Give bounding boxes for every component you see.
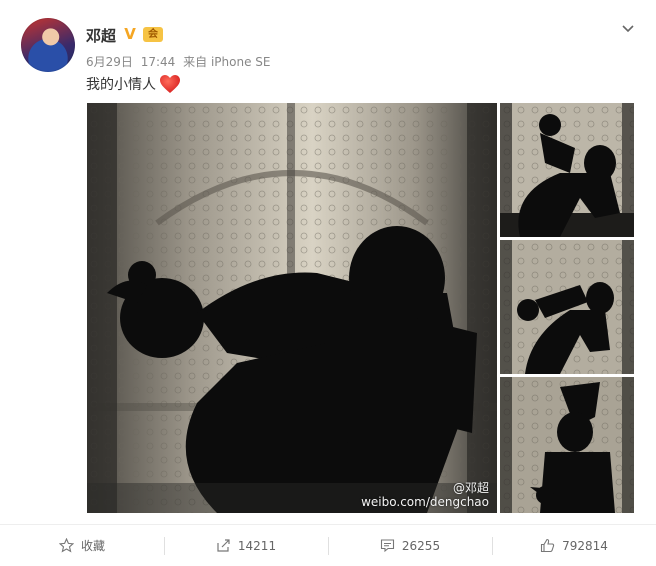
action-bar: 收藏 14211 26255 792814 bbox=[0, 525, 656, 566]
image-watermark: @邓超 weibo.com/dengchao bbox=[361, 481, 489, 509]
repost-button[interactable]: 14211 bbox=[164, 525, 328, 566]
post-source: 来自 iPhone SE bbox=[183, 55, 271, 69]
thumbs-up-icon bbox=[540, 538, 555, 553]
post-image-main[interactable]: @邓超 weibo.com/dengchao bbox=[87, 103, 497, 513]
chevron-down-icon[interactable] bbox=[622, 20, 634, 33]
watermark-handle: @邓超 bbox=[452, 481, 489, 495]
repost-icon bbox=[216, 538, 231, 553]
post-image-thumb-2[interactable] bbox=[500, 240, 634, 374]
verified-badge-icon: V bbox=[124, 25, 136, 43]
post-body: 我的小情人 bbox=[86, 77, 156, 93]
favorite-button[interactable]: 收藏 bbox=[0, 525, 164, 566]
avatar[interactable] bbox=[21, 18, 75, 72]
comment-icon bbox=[380, 538, 395, 553]
post-time[interactable]: 17:44 bbox=[141, 55, 176, 69]
repost-count: 14211 bbox=[237, 538, 277, 553]
post-text: 我的小情人 bbox=[86, 74, 181, 94]
post-meta: 6月29日 17:44 来自 iPhone SE bbox=[86, 53, 275, 70]
user-name[interactable]: 邓超 bbox=[86, 25, 116, 46]
post-image-thumb-1[interactable] bbox=[500, 103, 634, 237]
comment-count: 26255 bbox=[401, 538, 441, 553]
member-badge-icon[interactable]: 会 bbox=[143, 27, 163, 42]
like-button[interactable]: 792814 bbox=[492, 525, 656, 566]
post-date[interactable]: 6月29日 bbox=[86, 55, 133, 69]
like-count: 792814 bbox=[562, 538, 608, 553]
watermark-url: weibo.com/dengchao bbox=[361, 495, 489, 509]
favorite-label: 收藏 bbox=[80, 539, 105, 553]
comment-button[interactable]: 26255 bbox=[328, 525, 492, 566]
post-image-thumb-3[interactable] bbox=[500, 377, 634, 513]
heart-icon bbox=[159, 74, 181, 94]
star-icon bbox=[58, 538, 74, 553]
